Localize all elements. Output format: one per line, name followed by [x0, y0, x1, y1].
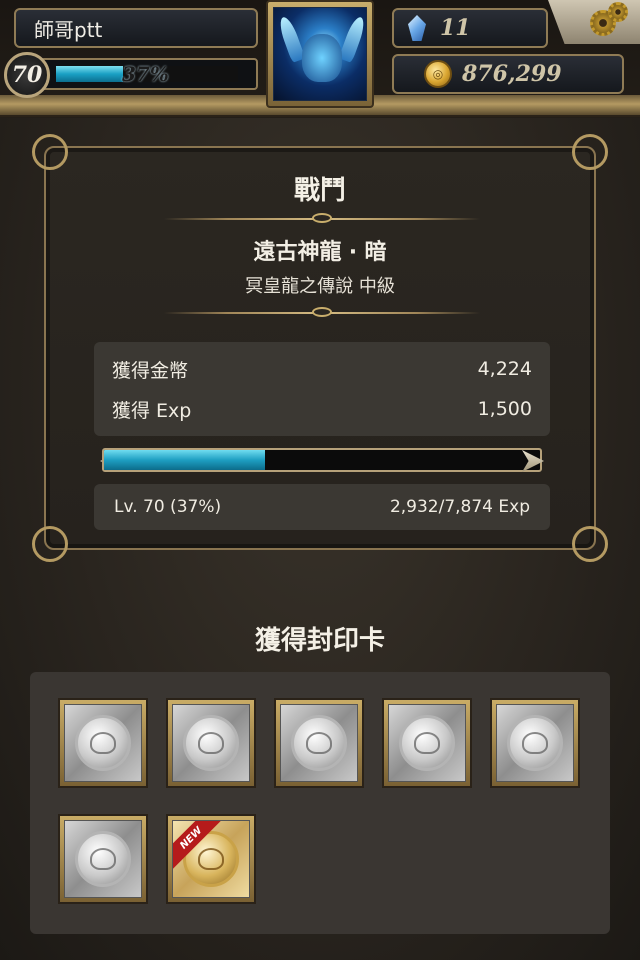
- top-status-bar: 師哥ptt 70 37% 11 ◎ 876,299: [0, 0, 640, 118]
- crystal-gem-icon: [408, 15, 426, 41]
- player-name-plate[interactable]: 師哥ptt: [14, 8, 258, 48]
- reward-label: 獲得金幣: [112, 359, 189, 382]
- seal-coin-icon: [291, 715, 347, 771]
- seal-card-art: [280, 704, 358, 782]
- small-gear-icon: [608, 2, 628, 22]
- settings-button[interactable]: [548, 0, 640, 44]
- battle-result-panel: 戰鬥 遠古神龍 ‧ 暗 冥皇龍之傳說 中級 獲得金幣 4,224 獲得 Exp …: [32, 134, 608, 562]
- gem-count: 11: [440, 15, 471, 41]
- player-level-badge: 70: [4, 52, 50, 98]
- rewards-box: 獲得金幣 4,224 獲得 Exp 1,500: [94, 342, 550, 436]
- seal-card[interactable]: [166, 698, 256, 788]
- player-level: 70: [11, 62, 43, 88]
- level-progress-fill: [104, 450, 266, 470]
- lotus-emblem-icon: [198, 732, 224, 754]
- leader-card-avatar: [273, 7, 367, 101]
- level-info-row: Lv. 70 (37%) 2,932/7,874 Exp: [94, 484, 550, 530]
- gold-coin-icon: ◎: [424, 60, 452, 88]
- dragon-horn-right: [338, 14, 366, 64]
- seal-coin-icon: [507, 715, 563, 771]
- ornament-top-right: [572, 134, 608, 170]
- seal-card-art: [64, 820, 142, 898]
- seal-card[interactable]: [58, 814, 148, 904]
- seal-card-art: [388, 704, 466, 782]
- seal-cards-title: 獲得封印卡: [254, 626, 385, 656]
- exp-bar-fill: [56, 66, 124, 82]
- lotus-emblem-icon: [522, 732, 548, 754]
- boss-name: 遠古神龍 ‧ 暗: [253, 240, 387, 265]
- seal-card[interactable]: [274, 698, 364, 788]
- leader-card-frame[interactable]: [266, 0, 374, 108]
- dragon-face: [302, 34, 342, 82]
- reward-row-exp: 獲得 Exp 1,500: [112, 394, 532, 424]
- seal-card[interactable]: [382, 698, 472, 788]
- reward-label: 獲得 Exp: [112, 399, 192, 422]
- reward-row-gold: 獲得金幣 4,224: [112, 354, 532, 384]
- lotus-emblem-icon: [90, 732, 116, 754]
- gold-counter[interactable]: ◎ 876,299: [392, 54, 624, 94]
- lotus-emblem-icon: [414, 732, 440, 754]
- seal-coin-icon: [399, 715, 455, 771]
- stage-name: 冥皇龍之傳說 中級: [245, 276, 395, 297]
- level-progress-bar: [102, 448, 542, 472]
- seal-cards-panel: NEW: [30, 672, 610, 934]
- seal-card-new[interactable]: NEW: [166, 814, 256, 904]
- exp-bar-frame: 37%: [40, 58, 258, 90]
- reward-value: 1,500: [477, 398, 532, 420]
- seal-card[interactable]: [58, 698, 148, 788]
- seal-card[interactable]: [490, 698, 580, 788]
- gold-count: 876,299: [462, 61, 562, 87]
- lotus-emblem-icon: [198, 848, 224, 870]
- exp-percent: 37%: [122, 62, 169, 86]
- lotus-emblem-icon: [90, 848, 116, 870]
- player-name: 師哥ptt: [34, 17, 103, 42]
- divider-ornament-top: [312, 213, 332, 223]
- lotus-emblem-icon: [306, 732, 332, 754]
- seal-card-art: [496, 704, 574, 782]
- seal-card-art: [172, 704, 250, 782]
- gem-counter[interactable]: 11: [392, 8, 548, 48]
- ornament-bottom-right: [572, 526, 608, 562]
- ornament-top-left: [32, 134, 68, 170]
- battle-title: 戰鬥: [293, 176, 346, 206]
- seal-card-art: NEW: [172, 820, 250, 898]
- reward-value: 4,224: [477, 358, 532, 380]
- exp-text: 2,932/7,874 Exp: [389, 497, 530, 517]
- seal-card-art: [64, 704, 142, 782]
- seal-coin-icon: [183, 715, 239, 771]
- level-text: Lv. 70 (37%): [114, 497, 222, 517]
- ornament-bottom-left: [32, 526, 68, 562]
- seal-coin-icon: [75, 831, 131, 887]
- divider-ornament-bottom: [312, 307, 332, 317]
- seal-coin-icon: [75, 715, 131, 771]
